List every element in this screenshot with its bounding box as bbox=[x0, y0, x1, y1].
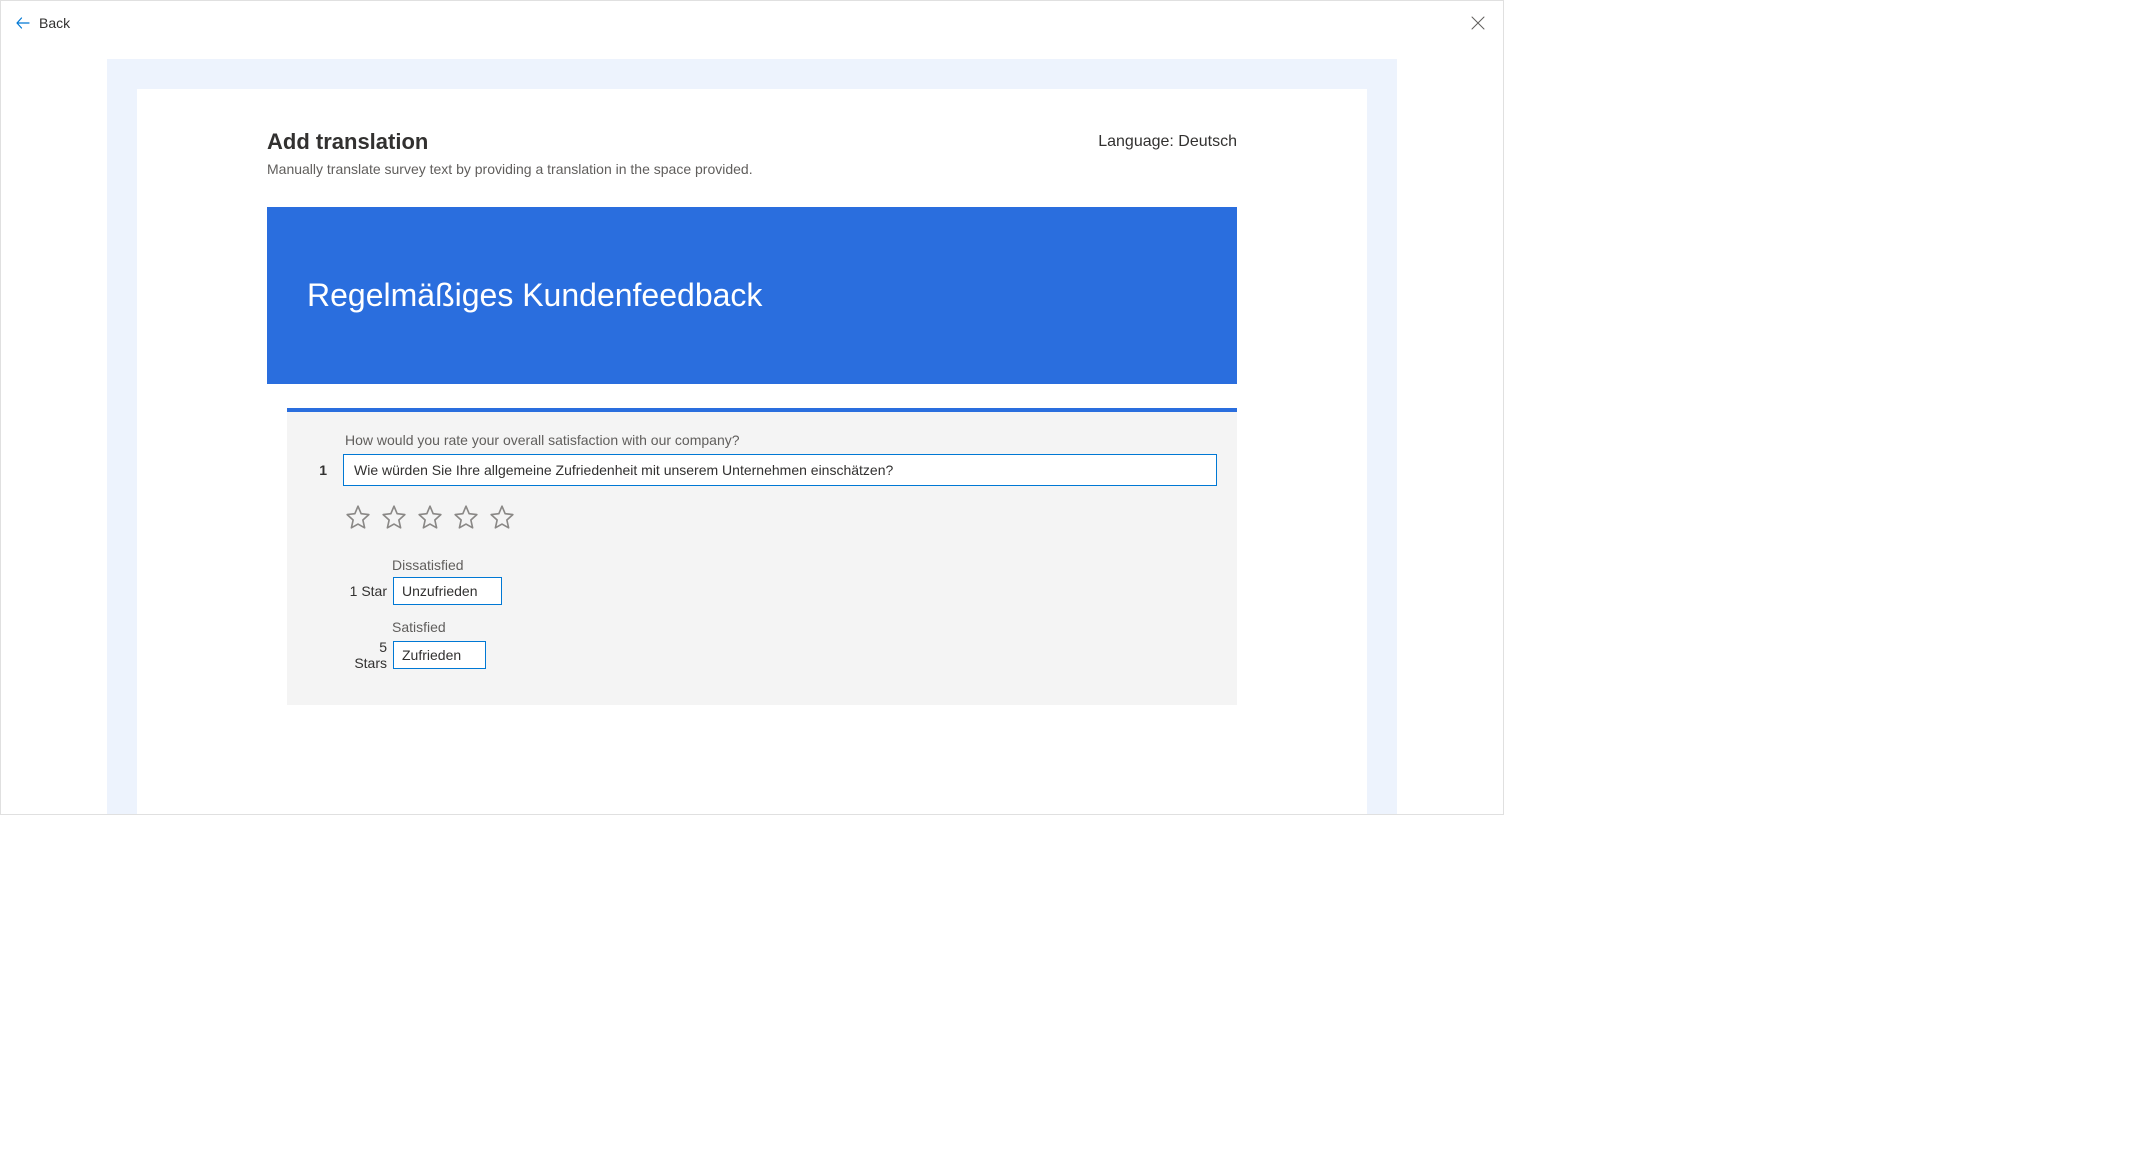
rating-low-row: 1 Star bbox=[345, 577, 1217, 605]
back-label: Back bbox=[39, 15, 70, 31]
language-label: Language: Deutsch bbox=[1098, 133, 1237, 151]
star-icon[interactable] bbox=[381, 504, 407, 535]
star-icon[interactable] bbox=[489, 504, 515, 535]
star-icon[interactable] bbox=[417, 504, 443, 535]
rating-low-source: Dissatisfied bbox=[392, 557, 1217, 573]
rating-high-source: Satisfied bbox=[392, 619, 1217, 635]
survey-banner[interactable]: Regelmäßiges Kundenfeedback bbox=[267, 207, 1237, 384]
top-bar: Back bbox=[1, 1, 1503, 45]
question-source-text: How would you rate your overall satisfac… bbox=[345, 432, 1217, 448]
rating-high-anchor: 5 Stars bbox=[345, 639, 387, 671]
back-button[interactable]: Back bbox=[15, 15, 70, 31]
close-icon bbox=[1471, 16, 1485, 30]
rating-label-low-group: Dissatisfied 1 Star bbox=[345, 557, 1217, 605]
rating-low-anchor: 1 Star bbox=[345, 583, 387, 599]
page-title: Add translation bbox=[267, 129, 428, 155]
rating-high-row: 5 Stars bbox=[345, 639, 1217, 671]
close-button[interactable] bbox=[1471, 16, 1485, 30]
inner-card: Add translation Language: Deutsch Manual… bbox=[137, 89, 1367, 814]
rating-high-translation-input[interactable] bbox=[393, 641, 486, 669]
question-block: How would you rate your overall satisfac… bbox=[287, 408, 1237, 705]
question-row: 1 bbox=[307, 454, 1217, 486]
question-translation-input[interactable] bbox=[343, 454, 1217, 486]
star-rating-row bbox=[345, 504, 1217, 535]
arrow-left-icon bbox=[15, 15, 31, 31]
question-number: 1 bbox=[307, 462, 327, 478]
outer-frame: Add translation Language: Deutsch Manual… bbox=[107, 59, 1397, 814]
star-icon[interactable] bbox=[453, 504, 479, 535]
rating-low-translation-input[interactable] bbox=[393, 577, 502, 605]
page-subtitle: Manually translate survey text by provid… bbox=[267, 161, 1237, 177]
star-icon[interactable] bbox=[345, 504, 371, 535]
header-row: Add translation Language: Deutsch bbox=[267, 129, 1237, 155]
survey-banner-title: Regelmäßiges Kundenfeedback bbox=[307, 277, 1197, 314]
rating-label-high-group: Satisfied 5 Stars bbox=[345, 619, 1217, 671]
